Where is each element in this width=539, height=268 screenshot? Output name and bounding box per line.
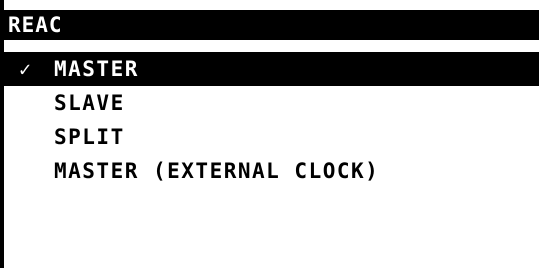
- menu-item-label: SLAVE: [54, 91, 125, 115]
- menu-item-master[interactable]: ✓ MASTER: [0, 52, 539, 86]
- menu-item-slave[interactable]: SLAVE: [0, 86, 539, 120]
- page-title: REAC: [8, 13, 63, 37]
- menu-item-label: SPLIT: [54, 125, 125, 149]
- reac-menu-screen: REAC ✓ MASTER SLAVE SPLIT MASTER (EXTERN…: [0, 0, 539, 268]
- menu-item-master-external-clock[interactable]: MASTER (EXTERNAL CLOCK): [0, 154, 539, 188]
- menu-item-split[interactable]: SPLIT: [0, 120, 539, 154]
- menu-item-label: MASTER: [54, 57, 139, 81]
- checkmark-icon: ✓: [18, 57, 32, 81]
- menu-item-label: MASTER (EXTERNAL CLOCK): [54, 159, 380, 183]
- reac-mode-menu: ✓ MASTER SLAVE SPLIT MASTER (EXTERNAL CL…: [0, 52, 539, 188]
- title-bar: REAC: [0, 10, 539, 40]
